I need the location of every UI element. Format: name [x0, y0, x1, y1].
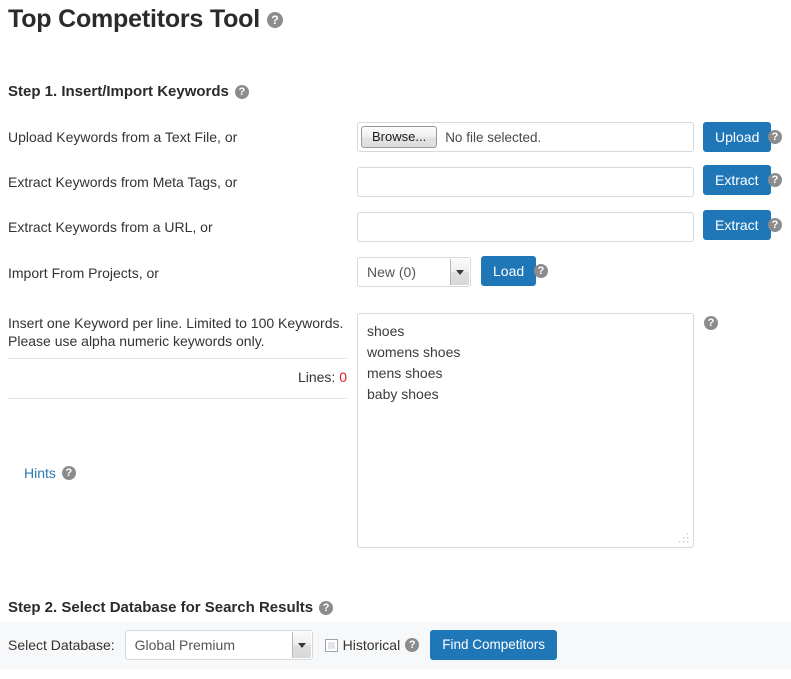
step2-heading-text: Step 2. Select Database for Search Resul…	[8, 599, 314, 616]
database-select[interactable]: Global Premium	[124, 630, 313, 660]
browse-button[interactable]: Browse...	[361, 126, 438, 148]
help-icon-url[interactable]	[768, 218, 782, 232]
lines-label: Lines:	[297, 369, 336, 385]
file-input-wrapper[interactable]: Browse... No file selected.	[357, 122, 694, 152]
file-status-text: No file selected.	[445, 129, 542, 145]
find-competitors-button[interactable]: Find Competitors	[430, 630, 557, 660]
page-title-text: Top Competitors Tool	[8, 5, 260, 33]
help-icon-upload[interactable]	[768, 130, 782, 144]
step2-heading: Step 2. Select Database for Search Resul…	[8, 599, 334, 616]
keywords-textarea[interactable]	[357, 313, 694, 548]
keyword-instructions-line1: Insert one Keyword per line. Limited to …	[8, 315, 344, 331]
step1-heading-text: Step 1. Insert/Import Keywords	[8, 83, 229, 100]
keyword-instructions: Insert one Keyword per line. Limited to …	[8, 314, 347, 350]
extract-url-button[interactable]: Extract	[703, 210, 771, 240]
historical-checkbox[interactable]	[324, 638, 338, 652]
divider-bottom	[8, 398, 347, 399]
help-icon-meta-tags[interactable]	[768, 173, 782, 187]
load-button[interactable]: Load	[481, 256, 537, 286]
select-database-label: Select Database:	[8, 637, 115, 653]
url-input[interactable]	[357, 212, 694, 242]
help-icon-step2[interactable]	[319, 600, 334, 615]
hints-link[interactable]: Hints	[24, 465, 56, 481]
divider-top	[8, 358, 347, 359]
meta-tags-input[interactable]	[357, 167, 694, 197]
help-icon-step1[interactable]	[234, 84, 249, 99]
database-select-value: Global Premium	[134, 637, 235, 653]
step2-controls: Select Database: Global Premium Historic…	[8, 630, 557, 660]
help-icon-hints[interactable]	[61, 466, 76, 480]
chevron-down-icon-project[interactable]	[450, 259, 469, 285]
help-icon-keywords[interactable]	[704, 316, 718, 330]
upload-button[interactable]: Upload	[703, 122, 772, 152]
chevron-down-icon-database[interactable]	[291, 632, 311, 658]
lines-count: 0	[339, 369, 347, 385]
file-input[interactable]: Browse... No file selected.	[357, 122, 694, 152]
page-title: Top Competitors Tool	[8, 5, 283, 34]
help-icon-load[interactable]	[534, 264, 548, 278]
help-icon-historical[interactable]	[405, 638, 420, 652]
keyword-instructions-line2: Please use alpha numeric keywords only.	[8, 333, 265, 349]
url-label: Extract Keywords from a URL, or	[8, 219, 213, 235]
hints-block: Hints	[24, 465, 76, 481]
help-icon-page-title[interactable]	[266, 11, 283, 28]
historical-label: Historical	[342, 637, 401, 653]
lines-counter: Lines: 0	[8, 369, 347, 385]
extract-meta-tags-button[interactable]: Extract	[703, 165, 771, 195]
project-select[interactable]: New (0)	[357, 257, 471, 287]
upload-file-label: Upload Keywords from a Text File, or	[8, 129, 238, 145]
import-projects-label: Import From Projects, or	[8, 265, 159, 281]
historical-option: Historical	[324, 637, 420, 653]
step1-heading: Step 1. Insert/Import Keywords	[8, 83, 249, 100]
meta-tags-label: Extract Keywords from Meta Tags, or	[8, 174, 238, 190]
